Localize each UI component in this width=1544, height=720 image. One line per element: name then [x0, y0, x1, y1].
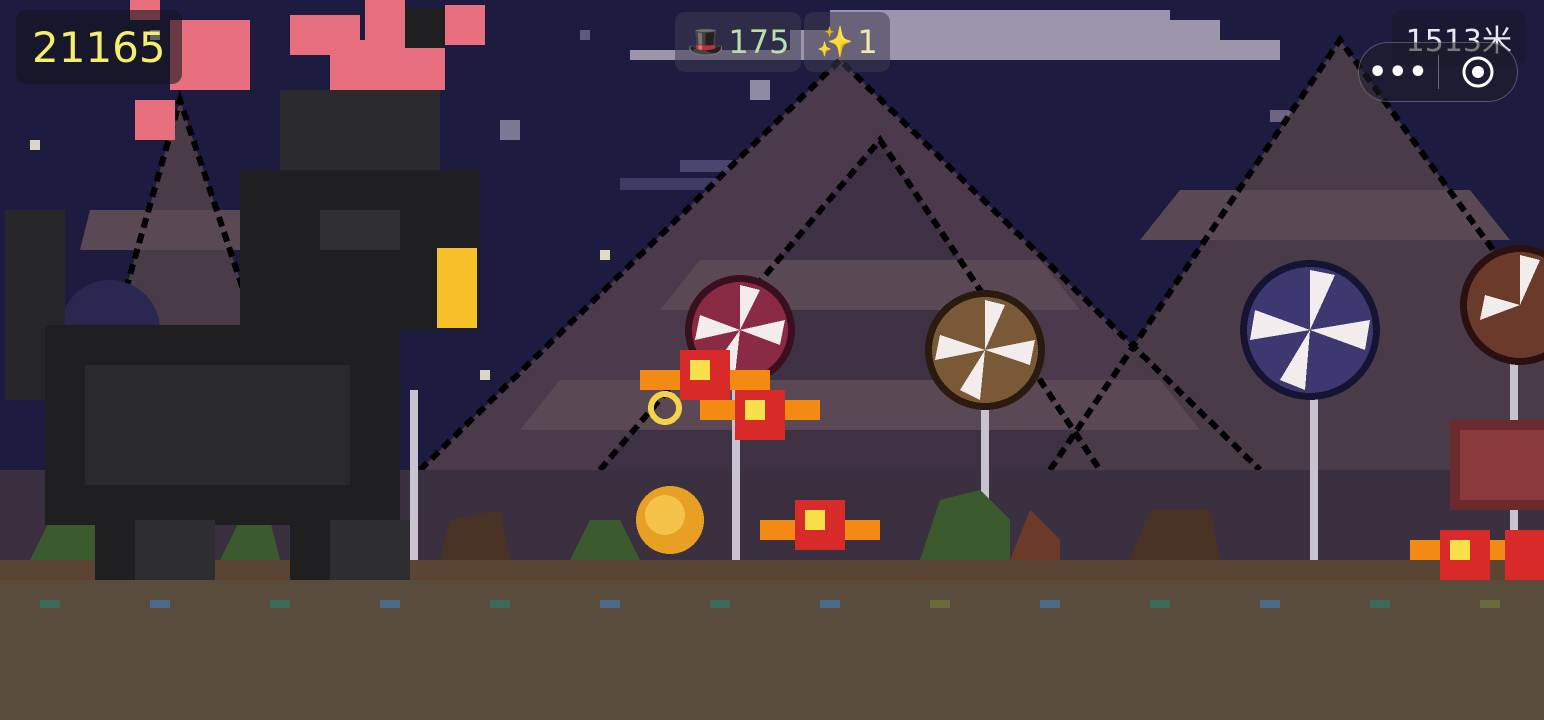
sparkle-count: 1 — [857, 23, 878, 61]
hat-counter: 🎩 175 — [675, 12, 802, 72]
target-close-icon[interactable] — [1439, 43, 1518, 101]
top-hat-icon: 🎩 — [687, 24, 725, 60]
signpost — [1450, 420, 1544, 510]
miniprogram-capsule: ••• — [1358, 42, 1518, 102]
sparkle-counter: ✨ 1 — [804, 12, 890, 72]
more-dots-icon[interactable]: ••• — [1359, 43, 1438, 101]
sparkles-icon: ✨ — [816, 24, 854, 60]
gold-coin[interactable] — [636, 486, 704, 554]
hat-count: 175 — [728, 23, 790, 61]
score-counter: 21165 — [16, 10, 182, 84]
game-scene[interactable] — [0, 0, 1544, 720]
